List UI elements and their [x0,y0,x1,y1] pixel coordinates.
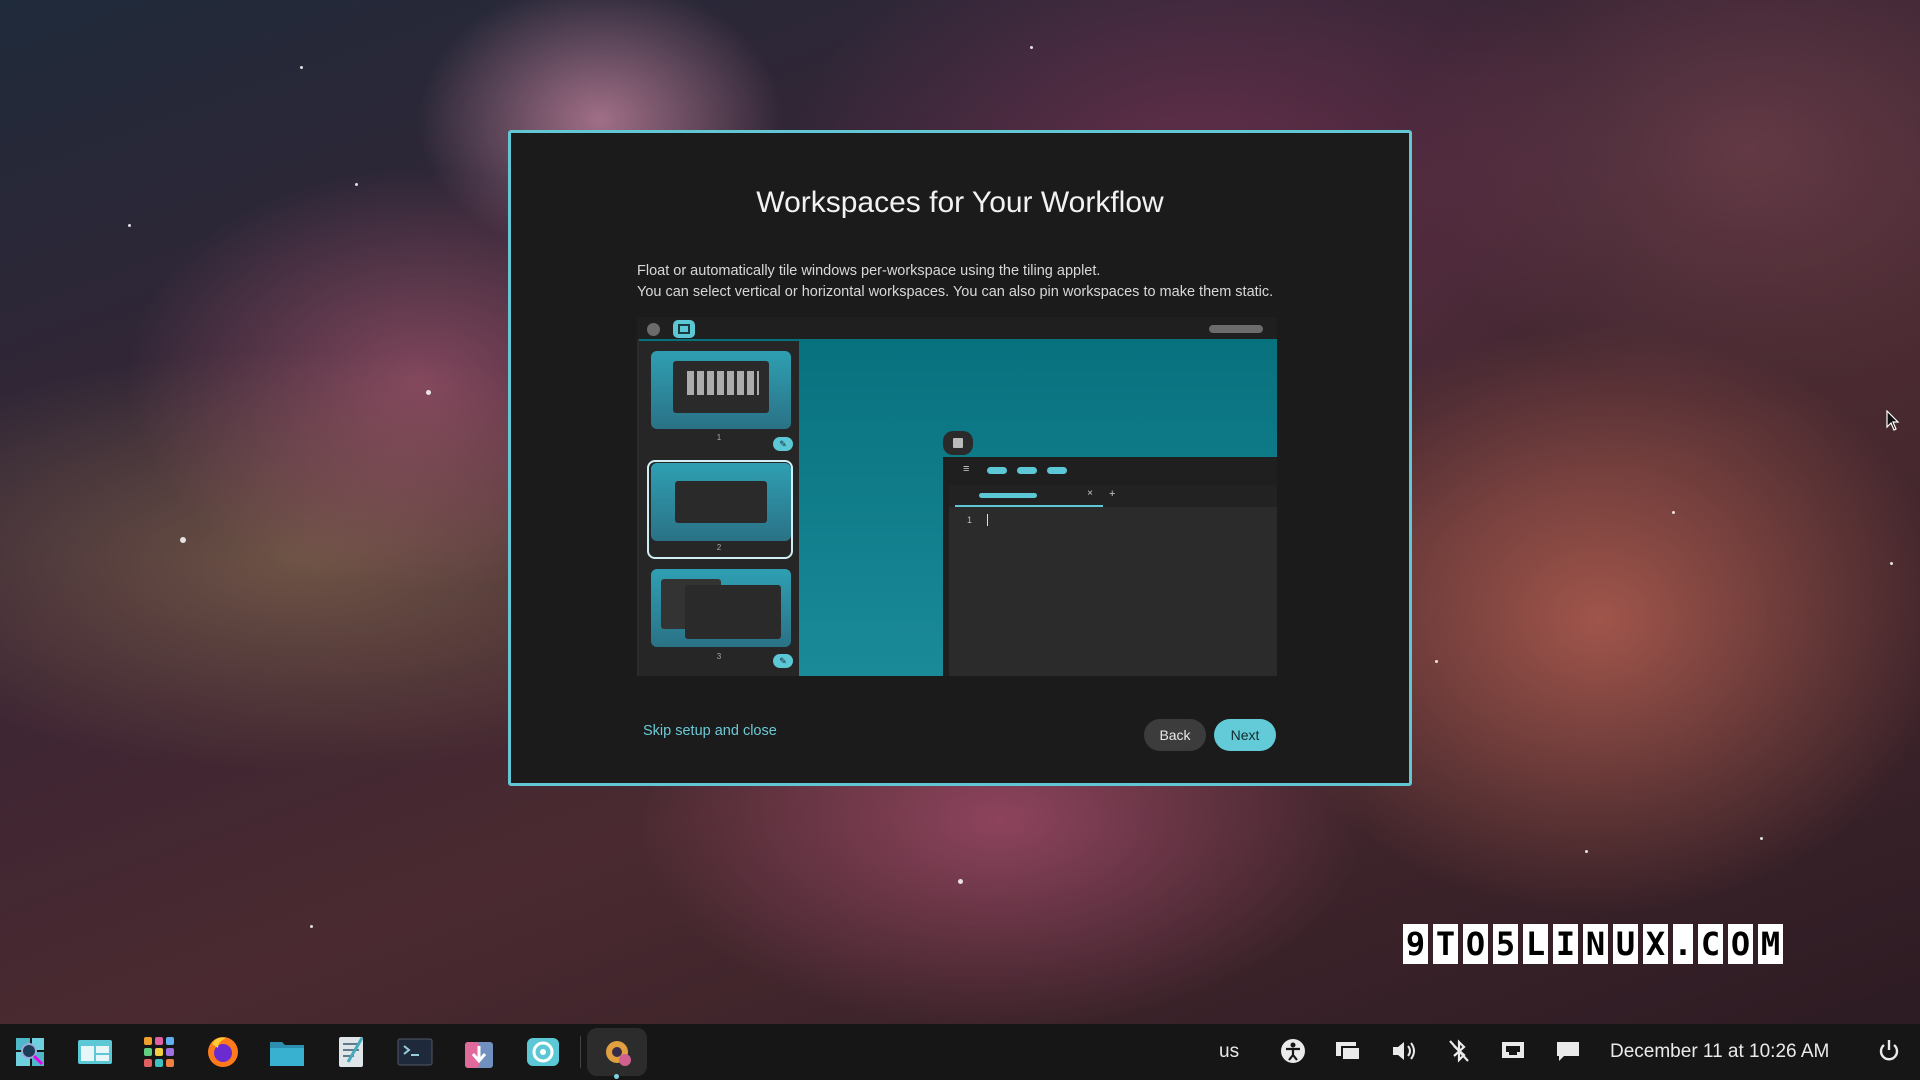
launcher-icon[interactable] [12,1034,50,1070]
add-tab-icon: + [1109,488,1116,500]
mini-window [675,481,767,523]
keyboard-layout-indicator[interactable]: us [1219,1041,1239,1063]
back-button[interactable]: Back [1144,719,1206,751]
dialog-title: Workspaces for Your Workflow [756,186,1164,219]
bluetooth-disabled-icon[interactable] [1446,1038,1472,1070]
clock[interactable]: December 11 at 10:26 AM [1610,1041,1829,1063]
skip-setup-link[interactable]: Skip setup and close [643,723,777,739]
editor-headerbar: ≡ [949,457,1277,485]
line-number: 1 [967,515,973,525]
description-line-1: Float or automatically tile windows per-… [637,263,1101,279]
workspace-thumb-2 [651,463,791,541]
editor-window: ≡ × + 1 [943,457,1277,676]
settings-icon[interactable] [524,1034,562,1070]
workspace-thumb-3 [651,569,791,647]
editor-app-icon [943,431,973,455]
mouse-pointer-icon [1886,410,1900,431]
workspaces-dot-icon [647,323,660,336]
menu-placeholder [1017,467,1037,474]
network-wired-icon[interactable] [1500,1038,1526,1070]
workspace-label-2: 2 [716,543,722,552]
text-editor-icon[interactable] [332,1034,370,1070]
editor-tab: × [955,485,1103,507]
workspace-thumb-1 [651,351,791,429]
display-icon[interactable] [1334,1038,1362,1070]
terminal-icon[interactable] [396,1034,434,1070]
workspaces-panel: 1 ✎ 2 3 ✎ [639,341,799,676]
power-icon[interactable] [1876,1038,1902,1070]
description-line-2: You can select vertical or horizontal wo… [637,284,1274,300]
close-icon: × [1087,488,1093,499]
next-button[interactable]: Next [1214,719,1276,751]
welcome-dialog: Workspaces for Your Workflow Float or au… [508,130,1412,786]
workspaces-icon[interactable] [76,1034,114,1070]
panel-placeholder [1209,325,1263,333]
text-caret [987,514,988,526]
tiling-applet-icon [673,320,695,338]
pin-icon: ✎ [773,654,793,668]
firefox-icon[interactable] [204,1034,242,1070]
files-icon[interactable] [268,1034,306,1070]
applications-icon[interactable] [140,1034,178,1070]
taskbar: us December 11 at 10:26 AM [0,1024,1920,1080]
mini-window [685,585,781,639]
menu-placeholder [1047,467,1067,474]
accessibility-icon[interactable] [1280,1038,1306,1070]
workspaces-illustration: 1 ✎ 2 3 ✎ ≡ × + 1 [637,317,1277,676]
volume-icon[interactable] [1390,1038,1418,1070]
store-icon[interactable] [460,1034,498,1070]
active-app-indicator [614,1074,619,1079]
menu-placeholder [987,467,1007,474]
watermark-logo: 9 T O 5 L I N U X . C O M [1403,924,1783,964]
pin-icon: ✎ [773,437,793,451]
initial-setup-icon[interactable] [598,1034,636,1070]
dialog-description: Float or automatically tile windows per-… [637,261,1273,303]
notifications-icon[interactable] [1554,1038,1582,1070]
editor-tabbar: × + [949,485,1277,507]
illustration-panel [637,317,1277,339]
menu-icon: ≡ [963,463,970,475]
taskbar-separator [580,1036,581,1068]
